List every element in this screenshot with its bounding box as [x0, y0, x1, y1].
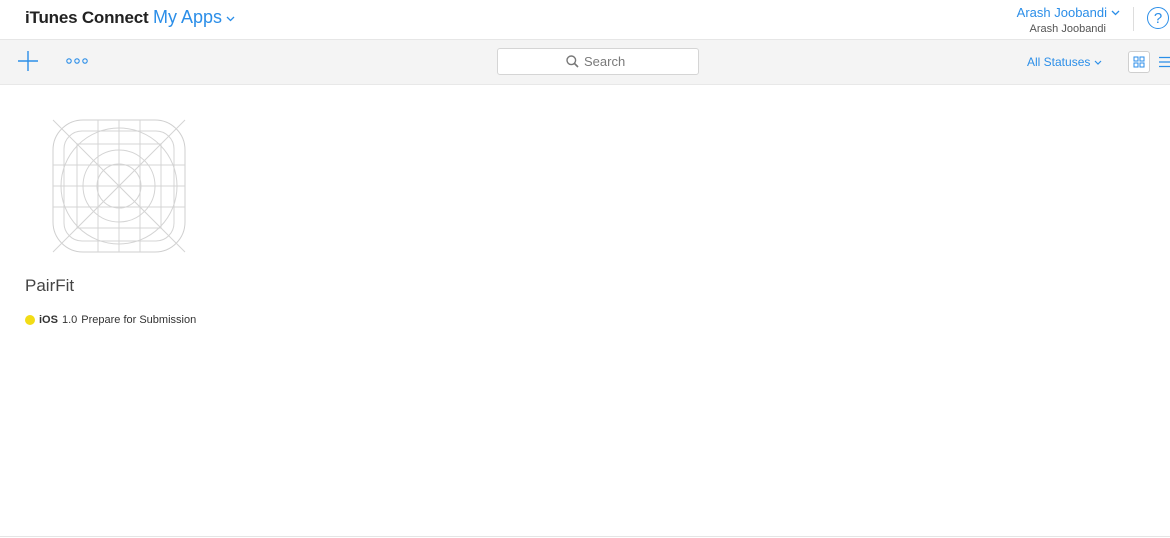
toolbar: All Statuses — [0, 40, 1170, 85]
page: iTunes Connect My Apps Arash Joobandi Ar… — [0, 0, 1170, 538]
user-name-row[interactable]: Arash Joobandi — [960, 5, 1120, 20]
plus-icon[interactable] — [17, 50, 39, 72]
status-dot — [25, 315, 35, 325]
app-status: iOS 1.0 Prepare for Submission — [25, 314, 196, 326]
bottom-divider — [0, 536, 1170, 537]
top-header: iTunes Connect My Apps Arash Joobandi Ar… — [0, 0, 1170, 40]
grid-view-button[interactable] — [1128, 51, 1150, 73]
status-filter-dropdown[interactable]: All Statuses — [1027, 55, 1102, 69]
more-icon[interactable] — [65, 56, 89, 66]
help-icon[interactable]: ? — [1147, 7, 1169, 29]
my-apps-label: My Apps — [153, 7, 223, 27]
user-team: Arash Joobandi — [1029, 23, 1106, 35]
app-version: 1.0 — [61, 314, 78, 326]
grid-view-icon — [1133, 56, 1145, 68]
app-placeholder-icon[interactable] — [52, 119, 186, 253]
list-view-icon[interactable] — [1158, 55, 1170, 69]
user-menu[interactable]: Arash Joobandi Arash Joobandi — [960, 5, 1120, 35]
help-label: ? — [1153, 9, 1163, 27]
search-icon — [566, 55, 579, 68]
status-filter-label: All Statuses — [1027, 55, 1091, 69]
search-box[interactable] — [497, 48, 699, 75]
my-apps-menu[interactable]: My Apps — [153, 7, 235, 28]
header-divider — [1133, 7, 1134, 31]
app-status-text: Prepare for Submission — [81, 314, 197, 326]
app-platform: iOS — [39, 314, 58, 326]
chevron-down-icon — [226, 16, 235, 21]
chevron-down-icon — [1111, 10, 1120, 15]
chevron-down-icon — [1094, 60, 1102, 65]
brand-title[interactable]: iTunes Connect — [25, 8, 149, 28]
user-name: Arash Joobandi — [1016, 5, 1107, 20]
search-input[interactable] — [584, 54, 630, 69]
app-name[interactable]: PairFit — [25, 276, 74, 296]
